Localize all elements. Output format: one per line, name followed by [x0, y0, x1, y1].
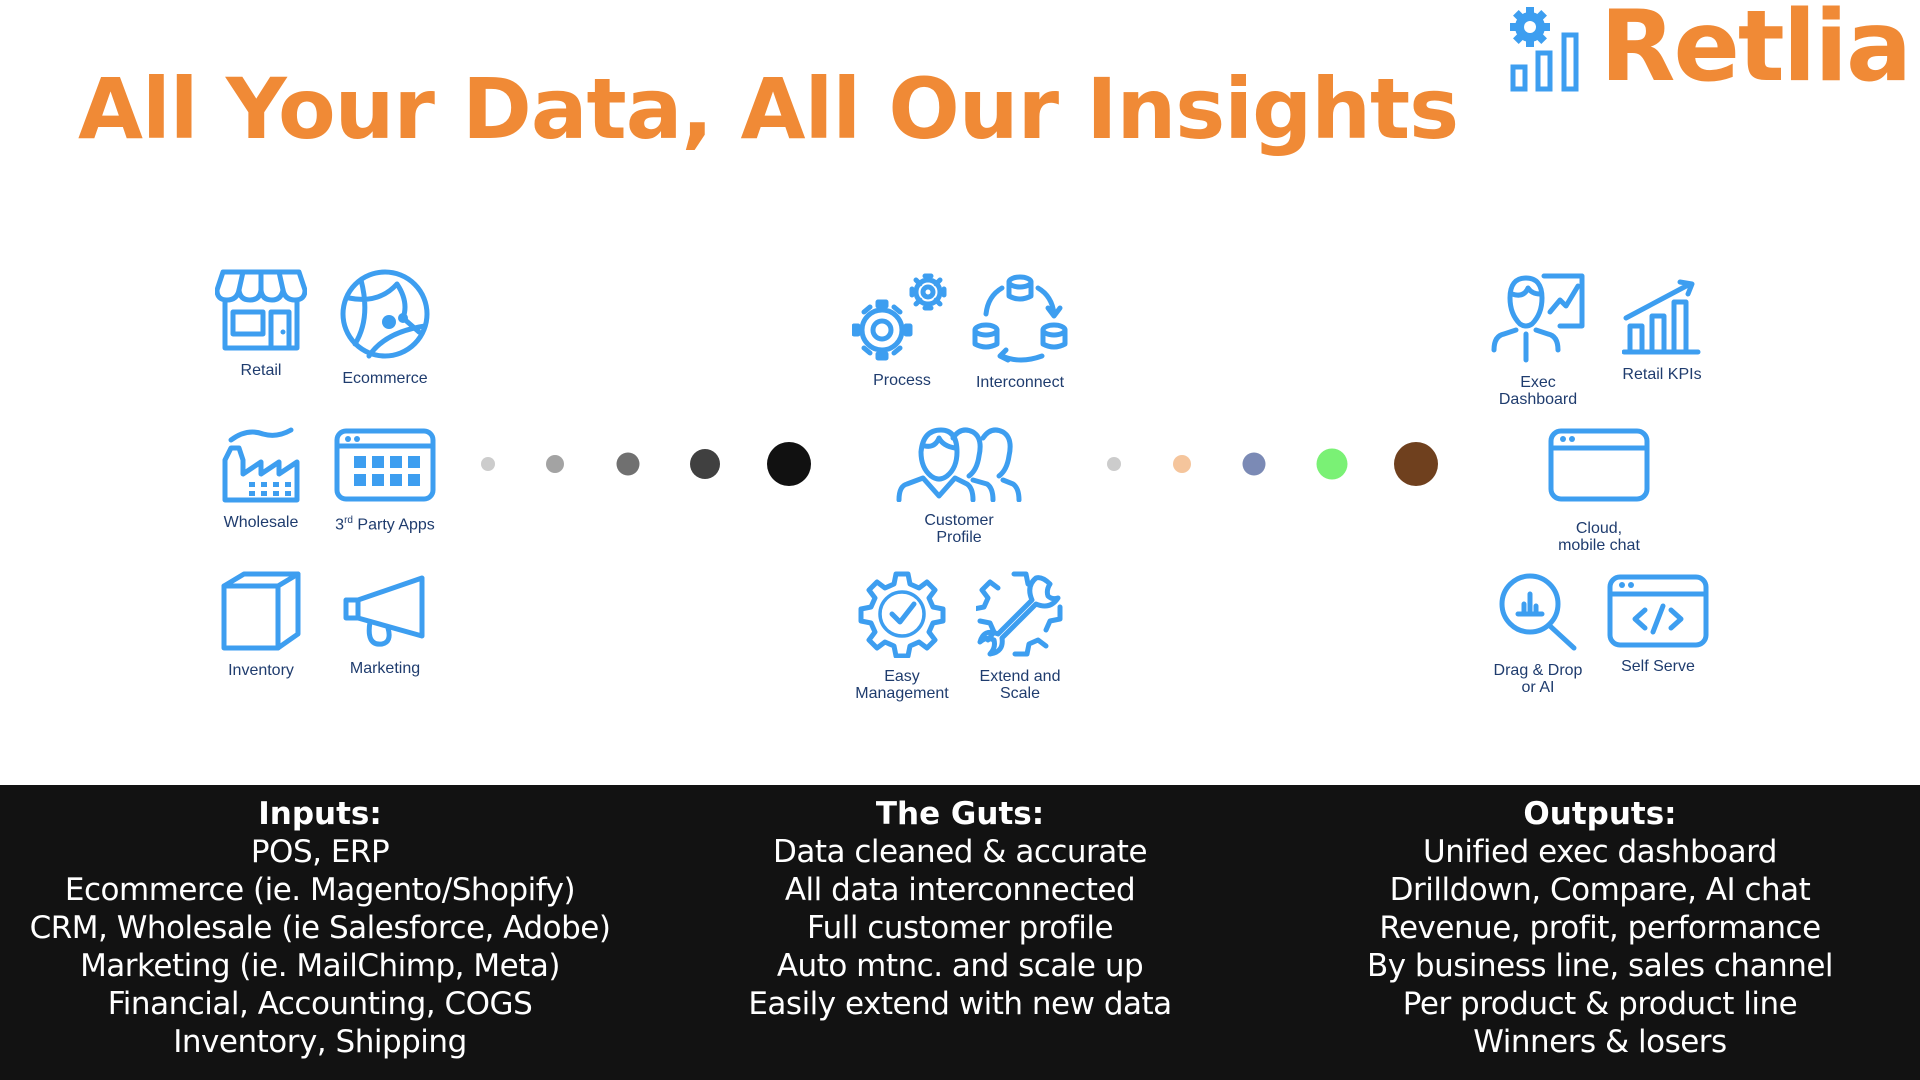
inputs-line: Inventory, Shipping [173, 1024, 467, 1060]
guts-line: Easily extend with new data [748, 986, 1172, 1022]
brand-name: Retlia [1600, 0, 1912, 104]
megaphone-icon [343, 575, 425, 647]
guts-summary: The Guts: Data cleaned & accurate All da… [660, 795, 1260, 1023]
label-superscript: rd [344, 515, 353, 526]
inputs-line: Financial, Accounting, COGS [107, 986, 533, 1022]
gear-check-icon [858, 571, 946, 658]
outputs-line: Revenue, profit, performance [1379, 910, 1821, 946]
output-cloud-mobile-chat: Cloud, mobile chat [1524, 428, 1674, 554]
flow-dot [1173, 455, 1191, 473]
output-label: Exec Dashboard [1498, 374, 1578, 408]
store-icon [215, 269, 307, 351]
flow-dot [481, 457, 495, 471]
label-rest: Party Apps [352, 516, 435, 534]
guts-line: All data interconnected [784, 872, 1136, 908]
app-grid-icon [334, 428, 436, 502]
flow-dot [1394, 442, 1438, 486]
gear-wrench-icon [976, 571, 1063, 657]
guts-label: Interconnect [975, 374, 1065, 391]
factory-icon [222, 427, 300, 503]
database-cycle-icon [972, 274, 1068, 363]
input-label: Retail [240, 362, 282, 379]
guts-extend-scale: Extend and Scale [945, 570, 1095, 702]
page-title: All Your Data, All Our Insights [78, 60, 1459, 158]
outputs-line: Per product & product line [1402, 986, 1798, 1022]
guts-label: Easy Management [855, 668, 949, 702]
flow-dot [616, 452, 640, 476]
input-ecommerce: Ecommerce [310, 268, 460, 387]
input-label: Marketing [349, 660, 421, 677]
guts-label: Extend and Scale [979, 668, 1061, 702]
guts-line: Full customer profile [806, 910, 1114, 946]
summary-band: Inputs: POS, ERP Ecommerce (ie. Magento/… [0, 785, 1920, 1080]
flow-dot [1316, 448, 1348, 480]
output-label: Drag & Drop or AI [1493, 662, 1583, 696]
people-icon [896, 427, 1022, 502]
inputs-line: CRM, Wholesale (ie Salesforce, Adobe) [29, 910, 611, 946]
globe-icon [340, 269, 430, 359]
input-label: Wholesale [223, 514, 299, 531]
gear-bars-logo-icon [1510, 7, 1579, 92]
guts-label: Customer Profile [924, 512, 994, 546]
inputs-heading: Inputs: [258, 796, 382, 832]
inputs-line: Marketing (ie. MailChimp, Meta) [80, 948, 560, 984]
flow-dot [1242, 452, 1266, 476]
brand-logo: Retlia [1508, 0, 1912, 104]
code-window-icon [1607, 574, 1709, 648]
guts-customer-profile: Customer Profile [884, 426, 1034, 546]
input-label: Ecommerce [342, 370, 428, 387]
output-label: Retail KPIs [1622, 366, 1702, 383]
guts-line: Auto mtnc. and scale up [776, 948, 1144, 984]
input-label: Inventory [228, 662, 294, 679]
guts-line: Data cleaned & accurate [772, 834, 1148, 870]
outputs-line: Unified exec dashboard [1423, 834, 1777, 870]
gears-icon [852, 273, 947, 361]
input-third-party-apps: 3rd Party Apps [310, 428, 460, 533]
inputs-summary: Inputs: POS, ERP Ecommerce (ie. Magento/… [0, 795, 640, 1061]
label-prefix: 3 [335, 516, 345, 534]
outputs-summary: Outputs: Unified exec dashboard Drilldow… [1300, 795, 1900, 1061]
guts-heading: The Guts: [875, 796, 1045, 832]
browser-window-icon [1548, 428, 1650, 502]
output-self-serve: Self Serve [1583, 574, 1733, 675]
inputs-line: Ecommerce (ie. Magento/Shopify) [64, 872, 576, 908]
inputs-line: POS, ERP [250, 834, 390, 870]
flow-dot [690, 449, 720, 479]
guts-interconnect: Interconnect [945, 270, 1095, 391]
flow-dot [767, 442, 811, 486]
guts-label: Process [873, 372, 931, 389]
outputs-line: By business line, sales channel [1366, 948, 1834, 984]
output-label: Self Serve [1621, 658, 1695, 675]
outputs-line: Winners & losers [1473, 1024, 1727, 1060]
output-label: Cloud, mobile chat [1558, 520, 1640, 554]
bar-chart-up-icon [1622, 279, 1701, 355]
flow-dot [546, 455, 564, 473]
flow-dot [1107, 457, 1121, 471]
input-label: 3rd Party Apps [335, 512, 435, 533]
box-icon [221, 571, 301, 651]
presenter-chart-icon [1491, 273, 1585, 363]
outputs-line: Drilldown, Compare, AI chat [1389, 872, 1811, 908]
magnify-chart-icon [1499, 573, 1577, 651]
outputs-heading: Outputs: [1523, 796, 1677, 832]
input-marketing: Marketing [310, 574, 460, 677]
output-retail-kpis: Retail KPIs [1587, 276, 1737, 383]
